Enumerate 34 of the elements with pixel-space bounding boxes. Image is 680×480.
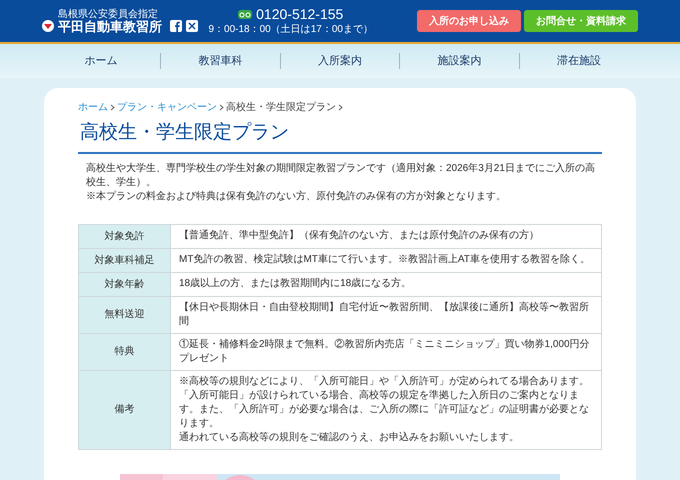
nav-link[interactable]: 滞在施設: [556, 52, 601, 70]
page-title: 高校生・学生限定プラン: [78, 119, 602, 154]
row-header: 対象免許: [78, 224, 170, 248]
row-header: 対象車科補足: [78, 248, 170, 272]
logo-caption: 島根県公安委員会指定: [58, 10, 159, 20]
table-cell: 【普通免許、準中型免許】（保有免許のない方、または原付免許のみ保有の方）: [170, 224, 602, 248]
row-header: 対象年齢: [78, 272, 170, 296]
row-header: 無料送迎: [78, 296, 170, 333]
logo-link[interactable]: 平田自動車教習所: [58, 20, 162, 32]
chevron-icon: [110, 104, 115, 111]
row-header: 特典: [78, 333, 170, 370]
x-logo-icon[interactable]: [186, 20, 198, 32]
intro-text: ※本プランの料金および特典は保有免許のない方、原付免許のみ保有の方が対象となります。: [86, 190, 507, 204]
breadcrumb-current: 高校生・学生限定プラン: [226, 100, 336, 115]
logo-icon: [42, 20, 54, 32]
table-cell: 【休日や長期休日・自由登校期間】自宅付近〜教習所間、【放課後に通所】高校等〜教習所間: [170, 296, 602, 333]
breadcrumb-link[interactable]: ホーム: [78, 100, 108, 115]
facebook-icon[interactable]: [170, 20, 182, 32]
table-cell: MT免許の教習、検定試験はMT車にて行います。※教習計画上AT車を使用する教習を除く。: [170, 248, 602, 272]
table-cell: ※高校等の規則などにより、「入所可能日」や「入所許可」が定められてる場合あります。「入所可能日」が設けられている場合、高校等の規定を準拠した入所日のご案内となります。また、「入所許可」が必要な場合は、ご入所の際に「許可証など」の証明書が必要となります。 通われている高校等の規則をご確認のうえ、お申込みをお願いいたします。: [170, 370, 602, 449]
chevron-icon: [338, 104, 343, 111]
intro-text: 高校生や大学生、専門学校生の学生対象の期間限定教習プランです（適用対象：2026年3月21日までにご入所の高校生、学生）。: [86, 162, 596, 190]
phone-number: 0120-512-155: [256, 7, 344, 21]
row-header: 備考: [78, 370, 170, 449]
table-cell: 18歳以上の方、または教習期間内に18歳になる方。: [170, 272, 602, 296]
nav-link[interactable]: ホーム: [84, 52, 118, 70]
breadcrumb-link[interactable]: プラン・キャンペーン: [117, 100, 217, 115]
table-cell: ①延長・補修料金2時限まで無料。②教習所内売店「ミニミニショップ」買い物券1,000円分プレゼント: [170, 333, 602, 370]
business-hours: 9：00-18：00（土日は17：00まで）: [208, 25, 373, 35]
chevron-icon: [219, 104, 224, 111]
nav-link[interactable]: 施設案内: [437, 52, 482, 70]
nav-link[interactable]: 入所案内: [318, 52, 362, 70]
free-dial-icon: [238, 10, 252, 18]
nav-link[interactable]: 教習車科: [198, 52, 243, 70]
